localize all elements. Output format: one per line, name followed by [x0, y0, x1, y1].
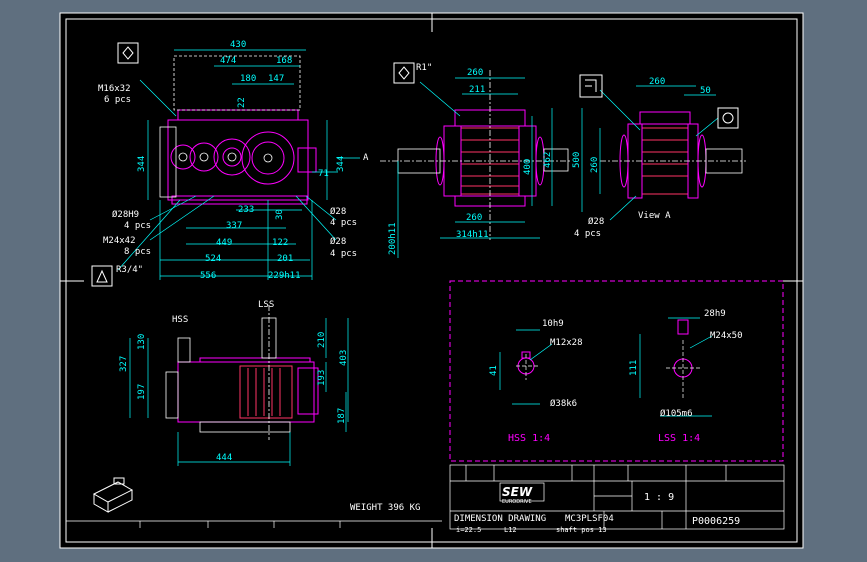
dim-462: 462	[543, 152, 553, 168]
lss-dia: Ø105m6	[660, 408, 693, 419]
dim-444: 444	[216, 453, 232, 463]
lss-thread: M24x50	[710, 331, 743, 341]
hss-key: 10h9	[542, 319, 564, 329]
dim-229h11: 229h11	[268, 271, 301, 281]
hss-caption: HSS 1:4	[508, 433, 550, 444]
note-m16-line2: 6 pcs	[104, 95, 131, 105]
label-hss: HSS	[172, 315, 188, 325]
dim-449: 449	[216, 238, 232, 248]
note-r34: R3/4"	[116, 265, 143, 275]
dim-474: 474	[220, 56, 236, 66]
hss-thread: M12x28	[550, 338, 583, 348]
dim-168: 168	[276, 56, 292, 66]
drawing-code: L12	[504, 526, 517, 534]
dim-260: 260	[649, 77, 665, 87]
brand-sub-text: EURODRIVE	[502, 499, 532, 505]
dim-201: 201	[277, 254, 293, 264]
dim-524: 524	[205, 254, 221, 264]
lss-key: 28h9	[704, 309, 726, 319]
dim-180: 180	[240, 74, 256, 84]
drawing-ratio: i=22.5	[456, 526, 481, 534]
brand-logo-text: SEW	[502, 485, 533, 499]
drawing-title: DIMENSION DRAWING	[454, 514, 546, 524]
note-r1: R1"	[416, 63, 432, 73]
drawing-shaft: shaft pos 13	[556, 526, 607, 534]
view-arrow-a: A	[363, 153, 369, 163]
dim-211: 211	[469, 85, 485, 95]
dim-337: 337	[226, 221, 242, 231]
dim-327: 327	[119, 356, 129, 372]
dim-344-right: 344	[336, 156, 346, 172]
note-view-a-d28-line1: Ø28	[588, 216, 604, 227]
note-d28b-line2: 4 pcs	[330, 249, 357, 259]
dim-187: 187	[337, 408, 347, 424]
note-m24-line2: 8 pcs	[124, 247, 151, 257]
hss-dia: Ø38k6	[550, 398, 577, 409]
note-d28a-line1: Ø28	[330, 206, 346, 217]
note-d28a-line2: 4 pcs	[330, 218, 357, 228]
dim-260-bottom: 260	[466, 213, 482, 223]
weight-label: WEIGHT 396 KG	[350, 503, 420, 513]
dim-50: 50	[700, 86, 711, 96]
dim-71: 71	[318, 169, 329, 179]
drawing-number: P0006259	[692, 516, 740, 527]
dim-22: 22	[237, 97, 247, 108]
dim-400: 400	[523, 159, 533, 175]
note-d28h9-line1: Ø28H9	[112, 209, 139, 220]
hss-height: 41	[489, 365, 499, 376]
dim-233: 233	[238, 205, 254, 215]
note-m24-line1: M24x42	[103, 236, 136, 246]
dim-344-left: 344	[137, 156, 147, 172]
dim-430: 430	[230, 40, 246, 50]
dim-122: 122	[272, 238, 288, 248]
label-lss: LSS	[258, 300, 274, 310]
dim-314h11: 314h11	[456, 230, 489, 240]
dim-197: 197	[137, 384, 147, 400]
note-d28h9-line2: 4 pcs	[124, 221, 151, 231]
cad-drawing: 430 474 168 180 147 22 M16x32 6 pcs 344 …	[59, 12, 804, 549]
drawing-scale: 1 : 9	[644, 492, 674, 503]
dim-130: 130	[137, 334, 147, 350]
dim-556: 556	[200, 271, 216, 281]
note-d28b-line1: Ø28	[330, 236, 346, 247]
drawing-model: MC3PLSF04	[565, 514, 614, 524]
note-view-a-d28-line2: 4 pcs	[574, 229, 601, 239]
dim-193: 193	[317, 370, 327, 386]
dim-30: 30	[275, 209, 285, 220]
dim-147: 147	[268, 74, 284, 84]
note-m16-line1: M16x32	[98, 84, 131, 94]
dim-403: 403	[339, 350, 349, 366]
view-a-title: View A	[638, 211, 671, 221]
dim-260-left: 260	[590, 157, 600, 173]
dim-210: 210	[317, 332, 327, 348]
dim-500: 500	[572, 152, 582, 168]
lss-height: 111	[629, 360, 639, 376]
lss-caption: LSS 1:4	[658, 433, 700, 444]
dim-260-top: 260	[467, 68, 483, 78]
dim-200h11: 200h11	[388, 222, 398, 255]
